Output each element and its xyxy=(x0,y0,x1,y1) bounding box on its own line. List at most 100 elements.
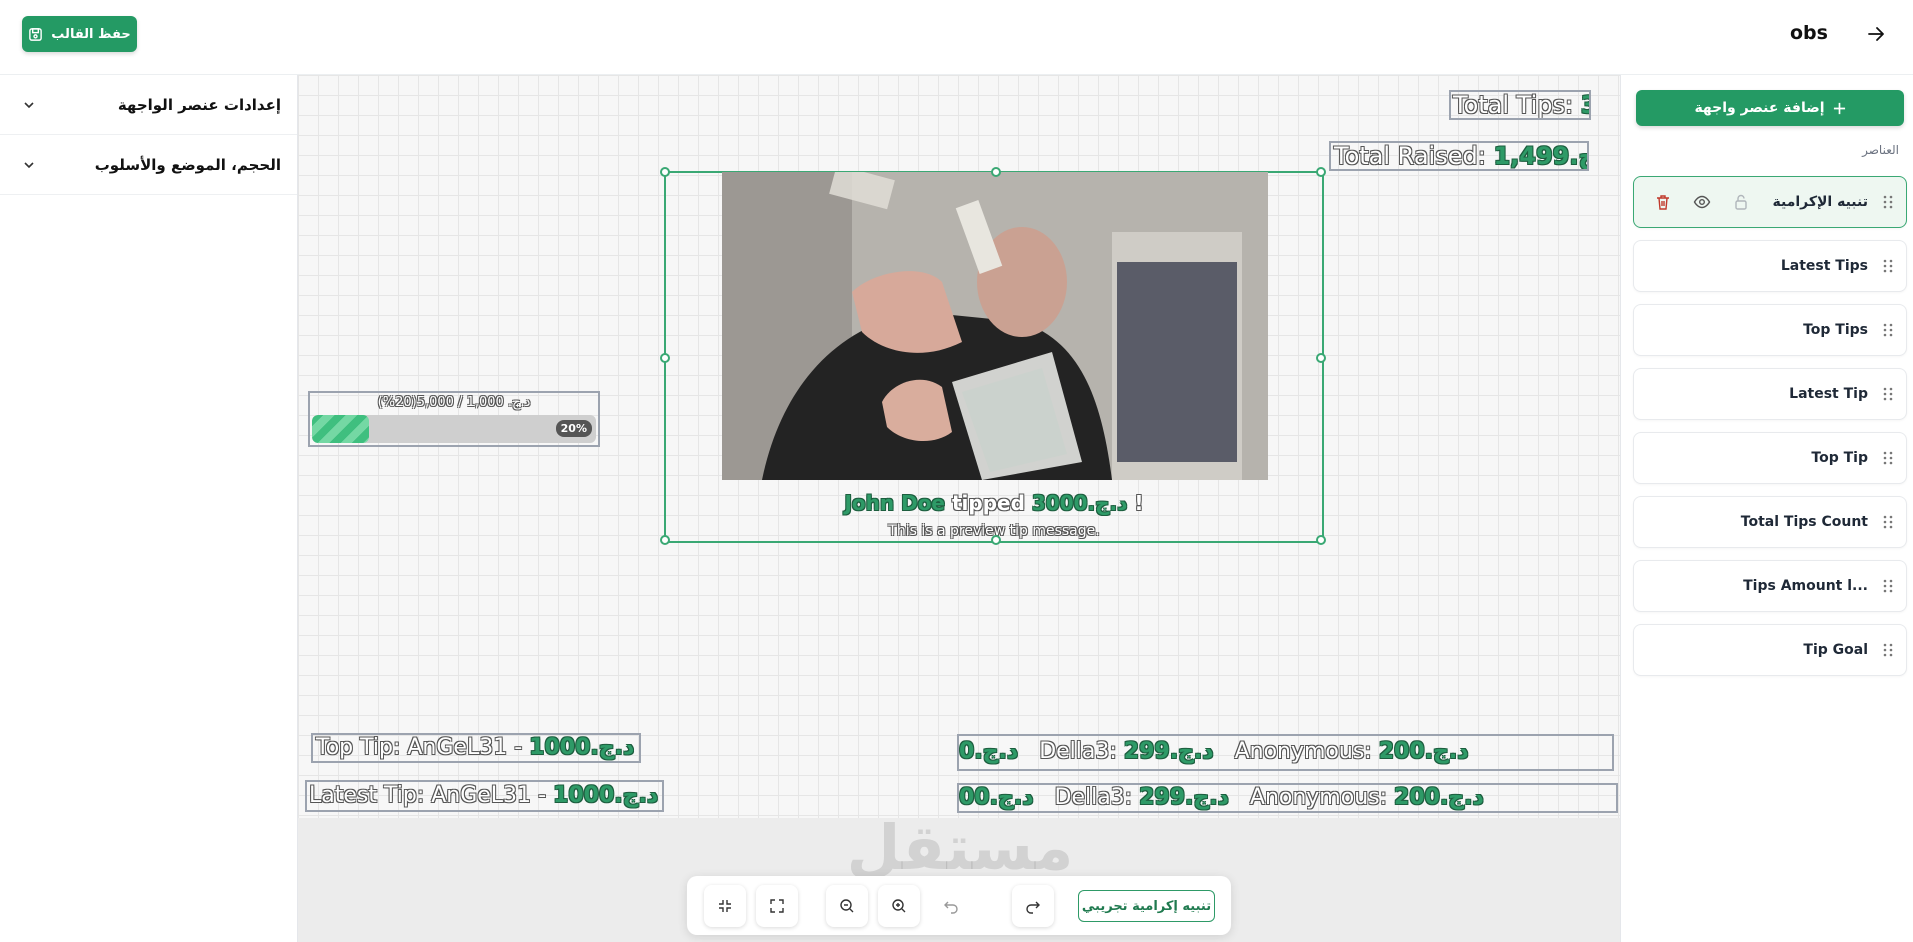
drag-handle-icon[interactable] xyxy=(1882,258,1894,274)
accordion-size-position-style[interactable]: الحجم، الموضع والأسلوب xyxy=(0,135,297,195)
resize-handle-right[interactable] xyxy=(1316,353,1326,363)
minimize-icon xyxy=(719,900,731,912)
accordion-widget-settings[interactable]: إعدادات عنصر الواجهة xyxy=(0,75,297,135)
element-item-top-tips[interactable]: Top Tips xyxy=(1633,304,1907,356)
ticker-entry: Anonymous: 200.د.ج xyxy=(1235,739,1469,764)
save-icon xyxy=(29,27,43,41)
resize-handle-bottom-left[interactable] xyxy=(660,535,670,545)
total-tips-label: Total Tips: xyxy=(1453,91,1574,119)
ticker-amount: 200.د.ج xyxy=(1378,739,1469,764)
ticker-entry: 0.د.ج xyxy=(959,739,1018,764)
app-title: obs xyxy=(1790,22,1828,44)
money-throw-image xyxy=(722,172,1268,480)
ticker-amount: 0.د.ج xyxy=(959,739,1019,764)
ticker-name: Della3: xyxy=(1054,785,1133,810)
drag-handle-icon[interactable] xyxy=(1882,642,1894,658)
elements-panel: إضافة عنصر واجهة العناصر تنبيه الإكرامية… xyxy=(1620,75,1913,942)
tip-goal-widget[interactable]: د.ج. 1,000 / 5,000(20%) 20% xyxy=(308,391,600,447)
alert-gif-image xyxy=(722,172,1268,480)
top-tip-widget[interactable]: Top Tip: AnGeL31 - 1000.د.ج xyxy=(311,733,641,763)
ticker-name: Anonymous: xyxy=(1249,785,1388,810)
zoom-in-icon xyxy=(892,899,906,913)
latest-tip-widget[interactable]: Latest Tip: AnGeL31 - 1000.د.ج xyxy=(305,780,664,812)
ticker-amount: 299.د.ج xyxy=(1139,785,1229,810)
latest-tip-label: Latest Tip: AnGeL31 xyxy=(309,783,532,808)
lock-icon[interactable] xyxy=(1732,193,1750,211)
fullscreen-icon xyxy=(770,899,784,913)
arrow-right-icon[interactable] xyxy=(1866,24,1886,44)
drag-handle-icon[interactable] xyxy=(1882,450,1894,466)
drag-handle-icon[interactable] xyxy=(1882,194,1894,210)
element-label: Latest Tip xyxy=(1789,386,1868,402)
tip-goal-progress-track: 20% xyxy=(312,415,596,443)
ticker-amount: 299.د.ج xyxy=(1123,739,1214,764)
element-item-tips-amount[interactable]: Tips Amount l... xyxy=(1633,560,1907,612)
resize-handle-bottom-right[interactable] xyxy=(1316,535,1326,545)
accordion-label: الحجم، الموضع والأسلوب xyxy=(94,155,281,174)
element-item-top-tip[interactable]: Top Tip xyxy=(1633,432,1907,484)
undo-button[interactable] xyxy=(930,885,972,927)
zoom-in-button[interactable] xyxy=(878,885,920,927)
plus-icon xyxy=(1833,102,1845,114)
alert-verb: tipped xyxy=(951,491,1025,515)
element-item-latest-tips[interactable]: Latest Tips xyxy=(1633,240,1907,292)
resize-handle-top-left[interactable] xyxy=(660,167,670,177)
undo-icon xyxy=(944,901,958,914)
add-widget-button[interactable]: إضافة عنصر واجهة xyxy=(1636,90,1904,126)
total-raised-widget[interactable]: Total Raised: 1,499.د.ج xyxy=(1329,141,1589,171)
accordion-label: إعدادات عنصر الواجهة xyxy=(117,95,281,114)
drag-handle-icon[interactable] xyxy=(1882,514,1894,530)
add-widget-label: إضافة عنصر واجهة xyxy=(1694,100,1825,116)
drag-handle-icon[interactable] xyxy=(1882,578,1894,594)
fullscreen-button[interactable] xyxy=(756,885,798,927)
element-label: Total Tips Count xyxy=(1740,514,1868,530)
total-tips-value: 3 xyxy=(1581,92,1589,118)
latest-tip-amount: 1000.د.ج xyxy=(553,783,659,808)
element-item-latest-tip[interactable]: Latest Tip xyxy=(1633,368,1907,420)
test-tip-alert-button[interactable]: تنبيه إكرامية تجريبي xyxy=(1078,890,1215,922)
alert-donor-name: John Doe xyxy=(844,491,945,515)
trash-icon[interactable] xyxy=(1654,193,1672,211)
redo-button[interactable] xyxy=(1012,885,1054,927)
element-label: تنبيه الإكرامية xyxy=(1772,194,1868,210)
zoom-out-icon xyxy=(840,899,854,913)
latest-tips-ticker-widget[interactable]: 00.د.ج Della3: 299.د.ج Anonymous: 200.د.… xyxy=(957,783,1618,813)
ticker-name: Anonymous: xyxy=(1234,739,1372,764)
drag-handle-icon[interactable] xyxy=(1882,322,1894,338)
element-item-tip-goal[interactable]: Tip Goal xyxy=(1633,624,1907,676)
tip-alert-widget[interactable]: John Doe tipped 3000.د.ج ! This is a pre… xyxy=(660,167,1326,545)
resize-handle-left[interactable] xyxy=(660,353,670,363)
drag-handle-icon[interactable] xyxy=(1882,386,1894,402)
total-raised-value: 1,499.د.ج xyxy=(1493,142,1587,170)
ticker-amount: 00.د.ج xyxy=(959,785,1034,810)
save-template-button[interactable]: حفظ القالب xyxy=(22,16,137,52)
exit-fullscreen-button[interactable] xyxy=(704,885,746,927)
element-label: Tips Amount l... xyxy=(1743,578,1868,594)
redo-icon xyxy=(1026,901,1040,914)
resize-handle-top-right[interactable] xyxy=(1316,167,1326,177)
element-item-total-tips-count[interactable]: Total Tips Count xyxy=(1633,496,1907,548)
total-tips-widget[interactable]: Total Tips: 3 xyxy=(1449,90,1591,120)
chevron-down-icon xyxy=(24,101,34,108)
top-tip-label: Top Tip: AnGeL31 xyxy=(316,735,508,760)
resize-handle-top[interactable] xyxy=(991,167,1001,177)
ticker-entry: Della3: 299.د.ج xyxy=(1055,785,1229,810)
element-label: Top Tips xyxy=(1803,322,1868,338)
alert-headline: John Doe tipped 3000.د.ج ! xyxy=(666,491,1322,515)
zoom-out-button[interactable] xyxy=(826,885,868,927)
total-raised-label: Total Raised: xyxy=(1334,142,1486,170)
eye-icon[interactable] xyxy=(1693,193,1711,211)
element-label: Tip Goal xyxy=(1803,642,1868,658)
ticker-name: Della3: xyxy=(1039,739,1117,764)
ticker-amount: 200.د.ج xyxy=(1394,785,1484,810)
ticker-entry: 00.د.ج xyxy=(959,785,1034,810)
resize-handle-bottom[interactable] xyxy=(991,535,1001,545)
tip-goal-text: د.ج. 1,000 / 5,000(20%) xyxy=(377,395,531,410)
top-tips-ticker-widget[interactable]: 0.د.ج Della3: 299.د.ج Anonymous: 200.د.ج xyxy=(957,734,1614,771)
chevron-down-icon xyxy=(24,161,34,168)
latest-tip-separator: - xyxy=(538,783,547,808)
ticker-entry: Della3: 299.د.ج xyxy=(1039,739,1213,764)
top-header: حفظ القالب obs xyxy=(0,0,1913,75)
tip-goal-progress-fill xyxy=(312,415,369,443)
element-item-tip-alert[interactable]: تنبيه الإكرامية xyxy=(1633,176,1907,228)
